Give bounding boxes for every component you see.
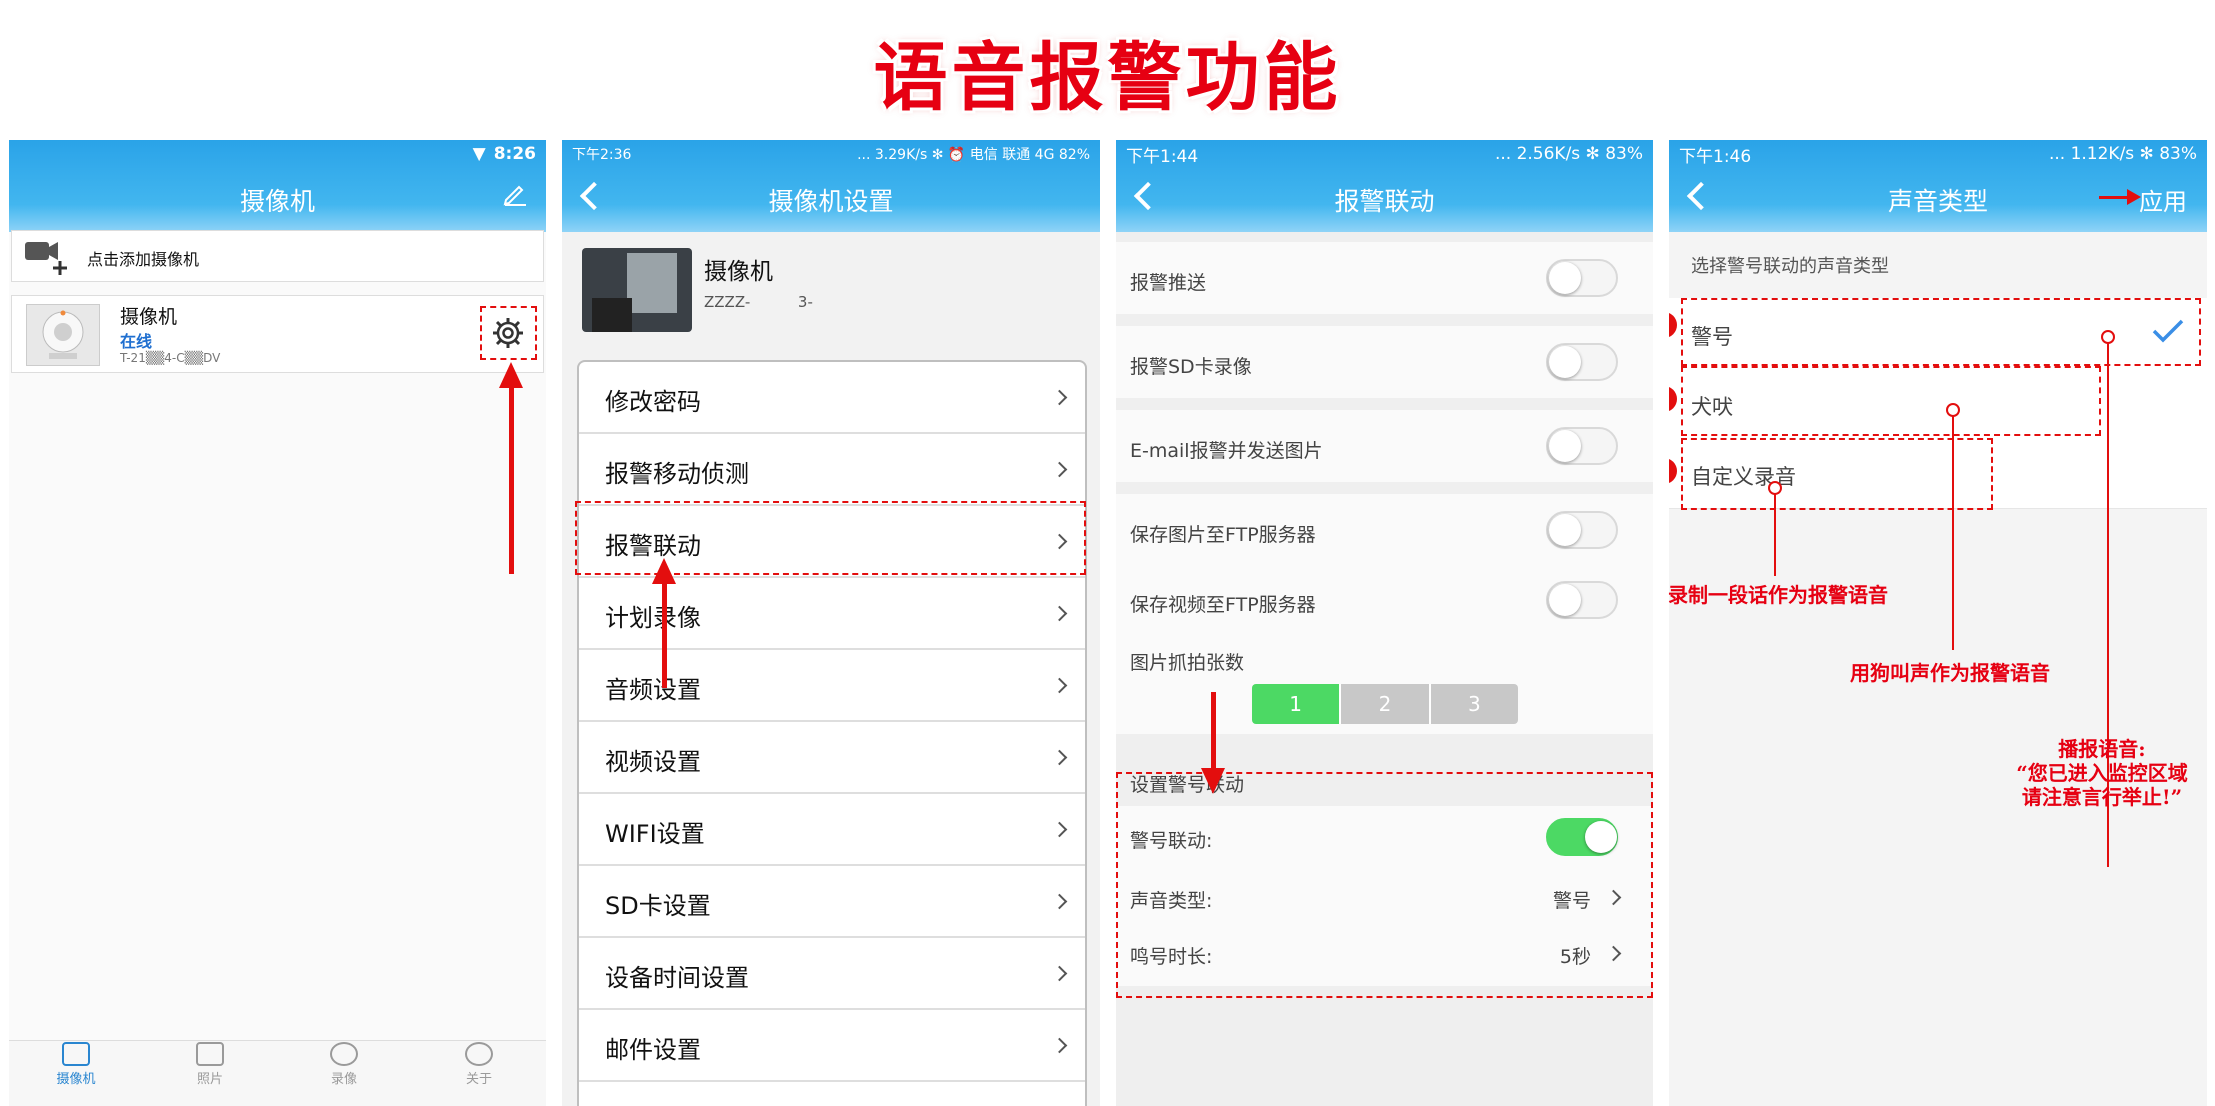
phone-sound-type: 下午1:46 ... 1.12K/s ✻ 83% 声音类型 应用 选择警号联动的… <box>1669 140 2207 1106</box>
status-bar: ▼ 8:26 <box>9 140 546 168</box>
status-bar: 下午1:44 ... 2.56K/s ✻ 83% <box>1116 140 1653 168</box>
menu-item-video[interactable]: 视频设置 <box>579 722 1085 794</box>
menu-item-sd-card[interactable]: SD卡设置 <box>579 866 1085 938</box>
status-time: 下午1:46 <box>1679 146 1752 167</box>
nav-item-video[interactable]: 录像 <box>304 1042 384 1087</box>
siren-section-highlight <box>1116 772 1653 998</box>
app-header: 下午1:46 ... 1.12K/s ✻ 83% 声音类型 应用 <box>1669 140 2207 232</box>
alarm-push-toggle[interactable] <box>1546 259 1618 297</box>
camera-thumbnail <box>26 304 100 366</box>
add-camera-icon <box>24 239 68 275</box>
status-time: 下午2:36 <box>572 147 632 163</box>
camera-card[interactable]: 摄像机 在线 T-21▒▒4-C▒▒DV <box>11 295 544 373</box>
custom-option-highlight <box>1681 438 1993 510</box>
menu-item-audio[interactable]: 音频设置 <box>579 650 1085 722</box>
menu-item-device-time[interactable]: 设备时间设置 <box>579 938 1085 1010</box>
sd-record-toggle[interactable] <box>1546 343 1618 381</box>
chevron-right-icon <box>1051 821 1068 838</box>
row-alarm-push: 报警推送 <box>1116 242 1653 314</box>
page-title: 摄像机设置 <box>768 187 894 216</box>
info-icon <box>465 1042 493 1066</box>
status-bar: 下午2:36 ... 3.29K/s ✻ ⏰ 电信 联通 4G 82% <box>562 140 1100 168</box>
menu-item-wifi[interactable]: WIFI设置 <box>579 794 1085 866</box>
chevron-right-icon <box>1051 893 1068 910</box>
wifi-icon: ▼ <box>472 144 486 164</box>
snap-option-1[interactable]: 1 <box>1252 684 1340 724</box>
camera-preview <box>582 248 692 332</box>
menu-item-schedule-record[interactable]: 计划录像 <box>579 578 1085 650</box>
alarm-linkage-arrow <box>652 558 676 688</box>
gear-arrow <box>499 362 523 574</box>
nav-label: 录像 <box>330 1072 357 1087</box>
snap-option-2[interactable]: 2 <box>1339 684 1429 724</box>
page-title: 报警联动 <box>1334 187 1435 216</box>
app-header: 下午2:36 ... 3.29K/s ✻ ⏰ 电信 联通 4G 82% 摄像机设… <box>562 140 1100 232</box>
add-camera-label: 点击添加摄像机 <box>87 250 200 269</box>
phone-alarm-linkage: 下午1:44 ... 2.56K/s ✻ 83% 报警联动 报警推送 报警SD卡… <box>1116 140 1653 1106</box>
video-icon <box>330 1042 358 1066</box>
chevron-right-icon <box>1051 677 1068 694</box>
row-snap-count: 图片抓拍张数 1 2 3 <box>1116 638 1653 734</box>
snap-option-3[interactable]: 3 <box>1428 684 1518 724</box>
chevron-right-icon <box>1051 389 1068 406</box>
camera-id: T-21▒▒4-C▒▒DV <box>120 351 221 365</box>
row-ftp-video: 保存视频至FTP服务器 <box>1116 566 1653 638</box>
nav-label: 关于 <box>465 1072 492 1087</box>
row-alarm-sd-record: 报警SD卡录像 <box>1116 326 1653 398</box>
sound-type-subtitle: 选择警号联动的声音类型 <box>1691 256 1889 277</box>
siren-arrow <box>1201 692 1225 794</box>
nav-label: 摄像机 <box>56 1072 96 1087</box>
chevron-right-icon <box>1051 461 1068 478</box>
app-header: ▼ 8:26 摄像机 <box>9 140 546 232</box>
apply-arrow <box>2099 189 2141 205</box>
edit-icon[interactable] <box>502 180 528 206</box>
status-info: ... 2.56K/s ✻ 83% <box>1494 144 1643 164</box>
camera-status: 在线 <box>120 332 153 351</box>
camera-icon <box>62 1042 90 1066</box>
status-time: 下午1:44 <box>1126 146 1199 167</box>
nav-item-about[interactable]: 关于 <box>439 1042 519 1087</box>
chevron-right-icon <box>1051 1037 1068 1054</box>
banner-title: 语音报警功能 <box>873 35 1342 121</box>
phone-camera-list: ▼ 8:26 摄像机 点击添加摄像机 摄像机 在线 T-21▒▒4-C▒▒DV <box>9 140 546 1106</box>
ftp-image-toggle[interactable] <box>1546 511 1618 549</box>
dog-option-highlight <box>1681 366 2101 436</box>
nav-label: 照片 <box>196 1072 223 1087</box>
chevron-right-icon <box>1051 965 1068 982</box>
ftp-video-toggle[interactable] <box>1546 581 1618 619</box>
chevron-right-icon <box>1051 605 1068 622</box>
camera-name: 摄像机 <box>120 306 178 328</box>
add-camera-button[interactable]: 点击添加摄像机 <box>11 230 544 282</box>
camera-id: ZZZZ- 3- <box>704 293 813 311</box>
status-info: ... 3.29K/s ✻ ⏰ 电信 联通 4G 82% <box>857 147 1090 163</box>
dog-leader-line <box>1946 403 1960 650</box>
status-time: 8:26 <box>493 144 536 164</box>
menu-item-motion-detect[interactable]: 报警移动侦测 <box>579 434 1085 506</box>
menu-item-password[interactable]: 修改密码 <box>579 362 1085 434</box>
phone-camera-settings: 下午2:36 ... 3.29K/s ✻ ⏰ 电信 联通 4G 82% 摄像机设… <box>562 140 1100 1106</box>
siren-option-highlight <box>1681 298 2201 366</box>
status-info: ... 1.12K/s ✻ 83% <box>2048 144 2197 164</box>
annotation-dog: 用狗叫声作为报警语音 <box>1850 661 2050 685</box>
email-alarm-toggle[interactable] <box>1546 427 1618 465</box>
photo-icon <box>196 1042 224 1066</box>
status-bar: 下午1:46 ... 1.12K/s ✻ 83% <box>1669 140 2207 168</box>
annotation-record: 录制一段话作为报警语音 <box>1668 583 1888 607</box>
apply-button[interactable]: 应用 <box>2139 182 2187 217</box>
app-header: 下午1:44 ... 2.56K/s ✻ 83% 报警联动 <box>1116 140 1653 232</box>
row-ftp-image: 保存图片至FTP服务器 <box>1116 494 1653 566</box>
nav-item-camera[interactable]: 摄像机 <box>36 1042 116 1087</box>
menu-item-email[interactable]: 邮件设置 <box>579 1010 1085 1082</box>
custom-leader-line <box>1768 481 1782 576</box>
nav-item-photo[interactable]: 照片 <box>170 1042 250 1087</box>
snap-count-segmented: 1 2 3 <box>1252 684 1518 724</box>
page-title: 摄像机 <box>239 187 315 216</box>
gear-highlight <box>480 306 537 360</box>
row-email-alarm: E-mail报警并发送图片 <box>1116 410 1653 482</box>
chevron-right-icon <box>1051 749 1068 766</box>
annotation-siren: 播报语音: “您已进入监控区域 请注意言行举止!” <box>2016 737 2188 809</box>
camera-name: 摄像机 <box>704 259 773 285</box>
settings-menu: 修改密码 报警移动侦测 报警联动 计划录像 音频设置 视频设置 WIFI设置 S… <box>577 360 1087 1106</box>
